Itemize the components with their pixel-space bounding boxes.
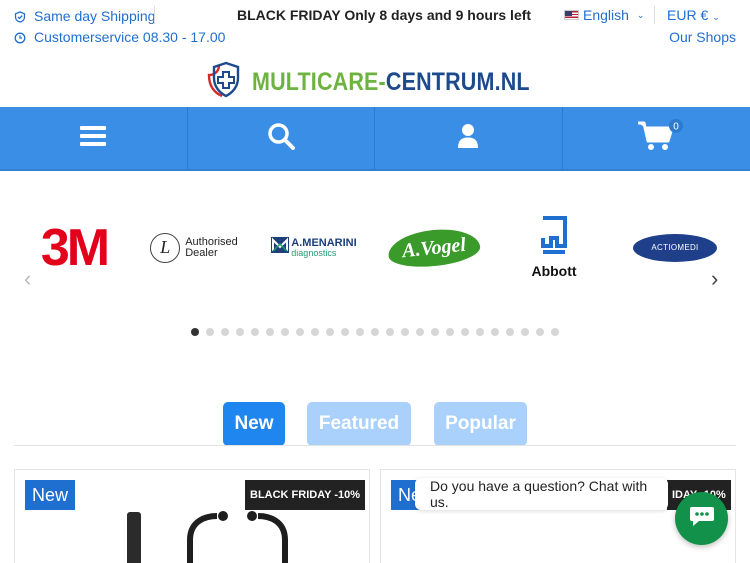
- littmann-l-icon: L: [150, 232, 181, 263]
- top-bar-info: Same day Shipping Customerservice 08.30 …: [14, 6, 225, 48]
- carousel-dot[interactable]: [416, 328, 424, 336]
- brand-3m-logo[interactable]: 3M: [24, 190, 124, 305]
- abbott-text: Abbott: [531, 263, 577, 279]
- user-icon: [457, 123, 479, 154]
- chevron-down-icon: ⌄: [636, 9, 645, 20]
- main-nav: [0, 107, 750, 171]
- brand-3m-text: 3M: [40, 218, 110, 277]
- menu-button[interactable]: [0, 107, 188, 169]
- cart-button[interactable]: [563, 107, 750, 169]
- abbott-mark-icon: [541, 216, 567, 261]
- new-badge: New: [25, 480, 76, 510]
- carousel-dot[interactable]: [221, 328, 229, 336]
- carousel-next-arrow-icon[interactable]: ›: [711, 266, 718, 292]
- brand-abbott-logo[interactable]: Abbott: [504, 190, 604, 305]
- product-tabs: New Featured Popular: [0, 402, 750, 446]
- stethoscope-image: [115, 510, 295, 563]
- carousel-dot[interactable]: [476, 328, 484, 336]
- carousel-dot[interactable]: [491, 328, 499, 336]
- brand-menarini-logo[interactable]: A.MENARINI diagnostics: [264, 190, 364, 305]
- carousel-prev-arrow-icon[interactable]: ‹: [24, 266, 31, 292]
- carousel-dot[interactable]: [341, 328, 349, 336]
- carousel-dot[interactable]: [281, 328, 289, 336]
- carousel-dot[interactable]: [536, 328, 544, 336]
- carousel-dot[interactable]: [431, 328, 439, 336]
- carousel-dot[interactable]: [521, 328, 529, 336]
- us-flag-icon: [564, 10, 579, 20]
- carousel-dot[interactable]: [446, 328, 454, 336]
- carousel-dot[interactable]: [551, 328, 559, 336]
- tabs-divider: [14, 445, 736, 446]
- actiomedic-text: ACTIOMEDI: [633, 233, 717, 262]
- cart-count-text: 0: [673, 122, 679, 133]
- logo-shield-icon: [206, 60, 246, 105]
- carousel-dot[interactable]: [506, 328, 514, 336]
- carousel-dot[interactable]: [251, 328, 259, 336]
- service-text: Customerservice 08.30 - 17.00: [34, 29, 226, 45]
- search-button[interactable]: [188, 107, 375, 169]
- service-info: Customerservice 08.30 - 17.00: [14, 27, 225, 48]
- tab-featured[interactable]: Featured: [307, 402, 411, 446]
- menarini-sub: diagnostics: [291, 247, 337, 258]
- tab-popular[interactable]: Popular: [434, 402, 527, 446]
- avogel-text: A.Vogel: [386, 224, 482, 271]
- currency-label: EUR €: [667, 7, 709, 23]
- carousel-dot[interactable]: [296, 328, 304, 336]
- carousel-dot[interactable]: [371, 328, 379, 336]
- carousel-dot[interactable]: [356, 328, 364, 336]
- brand-avogel-logo[interactable]: A.Vogel: [384, 190, 484, 305]
- site-logo[interactable]: MULTICARE-CENTRUM.NL: [206, 60, 575, 105]
- shipping-info: Same day Shipping: [14, 6, 225, 27]
- shipping-text: Same day Shipping: [34, 8, 156, 24]
- search-icon: [267, 122, 295, 155]
- divider: [654, 6, 655, 24]
- black-friday-badge: BLACK FRIDAY -10%: [245, 480, 366, 510]
- language-label: English: [583, 7, 629, 23]
- tab-new[interactable]: New: [223, 402, 285, 446]
- chevron-down-icon: ⌄: [712, 12, 720, 22]
- brand-carousel: 3M L Authorised Dealer A.MENARINI diagnost…: [0, 190, 750, 310]
- account-button[interactable]: [375, 107, 563, 169]
- chat-button[interactable]: [675, 492, 728, 545]
- black-friday-banner: BLACK FRIDAY Only 8 days and 9 hours lef…: [237, 7, 532, 23]
- brand-authorised-dealer-logo[interactable]: L Authorised Dealer: [144, 190, 244, 305]
- logo-text: MULTICARE-CENTRUM.NL: [252, 68, 530, 96]
- carousel-dot[interactable]: [191, 328, 199, 336]
- carousel-dot[interactable]: [236, 328, 244, 336]
- language-selector[interactable]: English ⌄: [564, 7, 644, 23]
- carousel-dot[interactable]: [401, 328, 409, 336]
- carousel-dot[interactable]: [206, 328, 214, 336]
- carousel-dot[interactable]: [266, 328, 274, 336]
- carousel-pagination: [191, 328, 559, 336]
- divider: [154, 6, 155, 24]
- top-bar: Same day Shipping Customerservice 08.30 …: [0, 0, 750, 52]
- chat-icon: [689, 505, 715, 532]
- chat-prompt[interactable]: Do you have a question? Chat with us.: [415, 478, 668, 510]
- clock-icon: [14, 32, 26, 44]
- brand-actiomedic-logo[interactable]: ACTIOMEDI: [630, 190, 720, 305]
- hamburger-icon: [80, 125, 107, 152]
- menarini-name: A.MENARINI: [291, 236, 357, 249]
- our-shops-link[interactable]: Our Shops: [669, 29, 736, 45]
- carousel-dot[interactable]: [386, 328, 394, 336]
- carousel-dot[interactable]: [311, 328, 319, 336]
- currency-selector[interactable]: EUR € ⌄: [667, 7, 720, 23]
- shield-check-icon: [14, 10, 26, 23]
- auth-line-2: Dealer: [185, 246, 218, 259]
- menarini-m-icon: [271, 236, 290, 259]
- carousel-dot[interactable]: [461, 328, 469, 336]
- cart-count-badge: 0: [668, 118, 684, 139]
- carousel-dot[interactable]: [326, 328, 334, 336]
- product-card[interactable]: New BLACK FRIDAY -10%: [14, 469, 370, 563]
